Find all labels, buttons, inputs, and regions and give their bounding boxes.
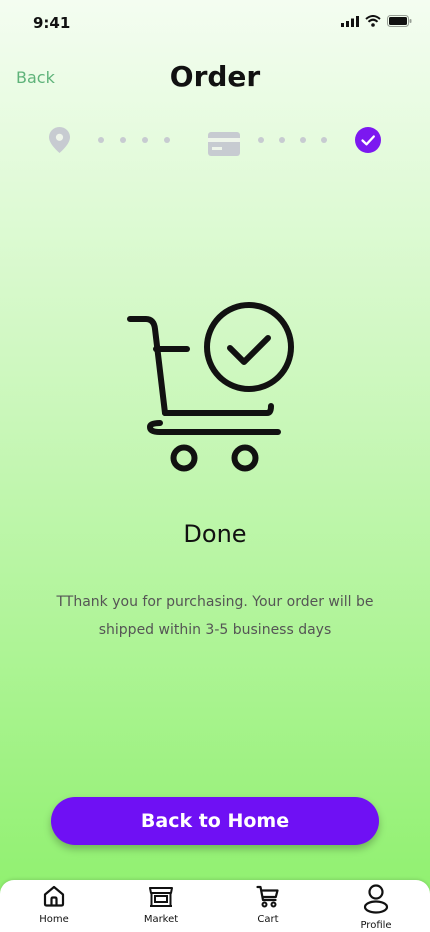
cart-success-illustration <box>127 302 294 472</box>
check-icon <box>355 127 381 153</box>
order-stepper <box>0 125 430 156</box>
status-bar: 9:41 <box>0 0 430 44</box>
step-dot <box>258 137 264 143</box>
success-title: Done <box>183 520 247 548</box>
nav-item-profile[interactable]: Profile <box>341 884 411 931</box>
nav-item-cart[interactable]: Cart <box>233 884 303 925</box>
step-dot <box>279 137 285 143</box>
step-dot <box>120 137 126 143</box>
cart-icon <box>256 885 279 908</box>
status-icons <box>341 15 412 27</box>
step-dot <box>164 137 170 143</box>
nav-label: Cart <box>257 914 279 925</box>
page-title: Order <box>169 60 261 93</box>
nav-item-market[interactable]: Market <box>126 884 196 925</box>
wifi-icon <box>365 15 381 27</box>
nav-label: Profile <box>360 920 392 931</box>
step-dot <box>321 137 327 143</box>
back-to-home-button[interactable]: Back to Home <box>51 797 379 845</box>
home-icon <box>43 885 65 907</box>
market-icon <box>149 887 173 907</box>
signal-icon <box>341 15 359 27</box>
step-dot <box>142 137 148 143</box>
step-dot <box>98 137 104 143</box>
success-message: TThank you for purchasing. Your order wi… <box>56 594 374 638</box>
card-icon <box>208 132 240 156</box>
battery-icon <box>387 15 412 27</box>
nav-label: Market <box>143 914 179 925</box>
status-time: 9:41 <box>33 14 71 32</box>
nav-item-home[interactable]: Home <box>19 884 89 925</box>
bottom-nav: Home Market Cart Profile <box>0 880 430 932</box>
location-icon <box>49 127 70 153</box>
step-dot <box>300 137 306 143</box>
profile-icon <box>363 884 389 914</box>
nav-label: Home <box>39 914 69 925</box>
